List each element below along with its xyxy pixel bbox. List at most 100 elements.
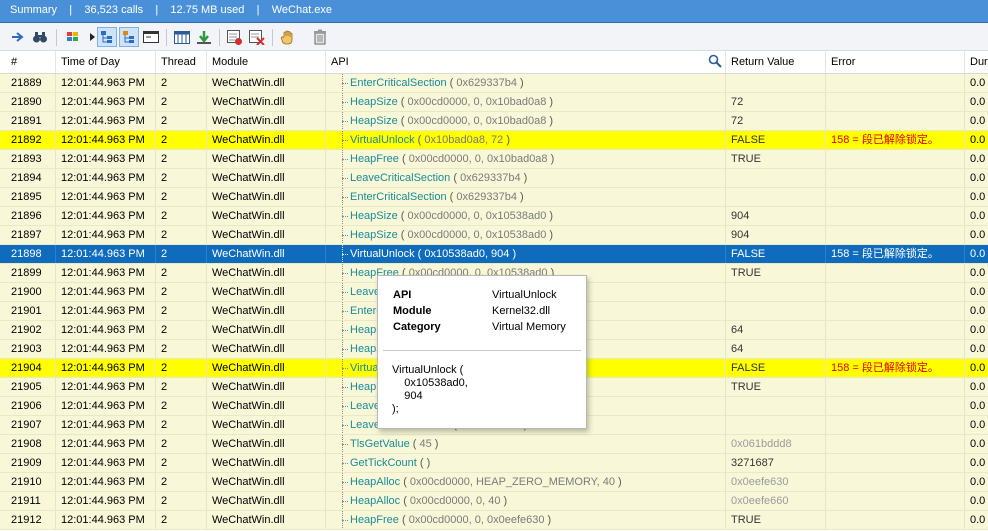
row-return-value: 0x0eefe630: [726, 473, 826, 491]
column-header: # Time of Day Thread Module API Return V…: [0, 51, 988, 74]
table-row[interactable]: 21893 12:01:44.963 PM 2 WeChatWin.dll HeapFr…: [0, 150, 988, 169]
row-number: 21899: [6, 264, 56, 282]
row-time: 12:01:44.963 PM: [56, 226, 156, 244]
row-module: WeChatWin.dll: [207, 340, 326, 358]
col-thread[interactable]: Thread: [156, 51, 207, 73]
columns-icon[interactable]: [172, 27, 192, 47]
console-icon[interactable]: [141, 27, 161, 47]
row-thread: 2: [156, 112, 207, 130]
row-number: 21907: [6, 416, 56, 434]
table-row[interactable]: 21891 12:01:44.963 PM 2 WeChatWin.dll HeapSi…: [0, 112, 988, 131]
row-return-value: 64: [726, 340, 826, 358]
row-time: 12:01:44.963 PM: [56, 283, 156, 301]
arrow-right-icon[interactable]: [8, 27, 28, 47]
col-time[interactable]: Time of Day: [56, 51, 156, 73]
tree-connector: [341, 283, 349, 301]
row-return-value: 3271687: [726, 454, 826, 472]
row-duration: 0.0: [970, 457, 986, 469]
row-error: 158 = 段已解除锁定。: [826, 131, 965, 149]
table-row[interactable]: 21889 12:01:44.963 PM 2 WeChatWin.dll EnterC…: [0, 74, 988, 93]
table-row[interactable]: 21890 12:01:44.963 PM 2 WeChatWin.dll HeapSi…: [0, 93, 988, 112]
row-duration: 0.0: [970, 96, 986, 108]
row-number: 21912: [6, 511, 56, 529]
row-return-value: 72: [726, 93, 826, 111]
row-duration: 0.0: [970, 400, 986, 412]
trash-icon[interactable]: [310, 27, 330, 47]
row-module: WeChatWin.dll: [207, 226, 326, 244]
color-grid-icon[interactable]: [63, 27, 83, 47]
col-module[interactable]: Module: [207, 51, 326, 73]
col-duration[interactable]: Dura: [965, 51, 988, 73]
binoculars-icon[interactable]: [30, 27, 50, 47]
row-time: 12:01:44.963 PM: [56, 264, 156, 282]
tree-connector: [341, 207, 349, 225]
row-thread: 2: [156, 131, 207, 149]
row-api: HeapFree ( 0x00cd0000, 0, 0x0eefe630 ): [326, 511, 726, 529]
api-arguments: 45: [419, 438, 432, 450]
row-error: [826, 397, 965, 415]
tooltip-category-label: Category: [393, 321, 441, 333]
row-return-value: TRUE: [726, 264, 826, 282]
row-return-value: TRUE: [726, 378, 826, 396]
table-row[interactable]: 21910 12:01:44.963 PM 2 WeChatWin.dll HeapAl…: [0, 473, 988, 492]
row-duration: 0.0: [970, 191, 986, 203]
row-return-value: FALSE: [726, 245, 826, 263]
row-return-value: [726, 188, 826, 206]
table-row[interactable]: 21909 12:01:44.963 PM 2 WeChatWin.dll GetTic…: [0, 454, 988, 473]
table-row[interactable]: 21896 12:01:44.963 PM 2 WeChatWin.dll HeapSi…: [0, 207, 988, 226]
table-row[interactable]: 21892 12:01:44.963 PM 2 WeChatWin.dll Virtua…: [0, 131, 988, 150]
row-time: 12:01:44.963 PM: [56, 112, 156, 130]
summary-tab[interactable]: Summary | 36,523 calls | 12.75 MB used |…: [0, 0, 988, 23]
row-duration: 0.0: [970, 172, 986, 184]
row-module: WeChatWin.dll: [207, 245, 326, 263]
table-row[interactable]: 21912 12:01:44.963 PM 2 WeChatWin.dll HeapFr…: [0, 511, 988, 530]
table-row[interactable]: 21894 12:01:44.963 PM 2 WeChatWin.dll LeaveC…: [0, 169, 988, 188]
row-time: 12:01:44.963 PM: [56, 473, 156, 491]
row-api: VirtualUnlock ( 0x10bad0a8, 72 ): [326, 131, 726, 149]
row-error: [826, 454, 965, 472]
row-number: 21904: [6, 359, 56, 377]
col-api[interactable]: API: [326, 51, 726, 73]
api-arguments: 0x629337b4: [456, 191, 517, 203]
col-number[interactable]: #: [6, 51, 56, 73]
table-row[interactable]: 21895 12:01:44.963 PM 2 WeChatWin.dll EnterC…: [0, 188, 988, 207]
search-icon[interactable]: [708, 54, 722, 73]
row-api: EnterCriticalSection ( 0x629337b4 ): [326, 74, 726, 92]
row-number: 21903: [6, 340, 56, 358]
clear-capture-icon[interactable]: [247, 27, 267, 47]
table-row[interactable]: 21897 12:01:44.963 PM 2 WeChatWin.dll HeapSi…: [0, 226, 988, 245]
row-api: VirtualUnlock ( 0x10538ad0, 904 ): [326, 245, 726, 263]
tree-view-icon[interactable]: [97, 27, 117, 47]
tree-connector: [341, 93, 349, 111]
tooltip-category-value: Virtual Memory: [492, 321, 566, 333]
hand-icon[interactable]: [278, 27, 298, 47]
row-time: 12:01:44.963 PM: [56, 131, 156, 149]
table-row[interactable]: 21911 12:01:44.963 PM 2 WeChatWin.dll HeapAl…: [0, 492, 988, 511]
row-api: HeapSize ( 0x00cd0000, 0, 0x10538ad0 ): [326, 207, 726, 225]
row-module: WeChatWin.dll: [207, 93, 326, 111]
row-duration: 0.0: [970, 134, 986, 146]
api-capture-icon[interactable]: [225, 27, 245, 47]
row-api: GetTickCount ( ): [326, 454, 726, 472]
tooltip-divider: [383, 350, 581, 351]
row-thread: 2: [156, 245, 207, 263]
row-duration: 0.0: [970, 153, 986, 165]
row-time: 12:01:44.963 PM: [56, 245, 156, 263]
download-icon[interactable]: [194, 27, 214, 47]
row-number: 21896: [6, 207, 56, 225]
row-thread: 2: [156, 454, 207, 472]
api-function-name: LeaveCriticalSection: [350, 172, 451, 184]
summary-label: Summary: [10, 4, 58, 16]
row-duration: 0.0: [970, 210, 986, 222]
row-api: HeapAlloc ( 0x00cd0000, HEAP_ZERO_MEMORY…: [326, 473, 726, 491]
row-return-value: 904: [726, 226, 826, 244]
table-row[interactable]: 21908 12:01:44.963 PM 2 WeChatWin.dll TlsGet…: [0, 435, 988, 454]
col-error[interactable]: Error: [826, 51, 965, 73]
col-return-value[interactable]: Return Value: [726, 51, 826, 73]
row-error: [826, 302, 965, 320]
row-api: HeapSize ( 0x00cd0000, 0, 0x10538ad0 ): [326, 226, 726, 244]
tree-connector: [341, 264, 349, 282]
row-module: WeChatWin.dll: [207, 112, 326, 130]
tree-view-selected-icon[interactable]: [119, 27, 139, 47]
table-row[interactable]: 21898 12:01:44.963 PM 2 WeChatWin.dll Virtua…: [0, 245, 988, 264]
